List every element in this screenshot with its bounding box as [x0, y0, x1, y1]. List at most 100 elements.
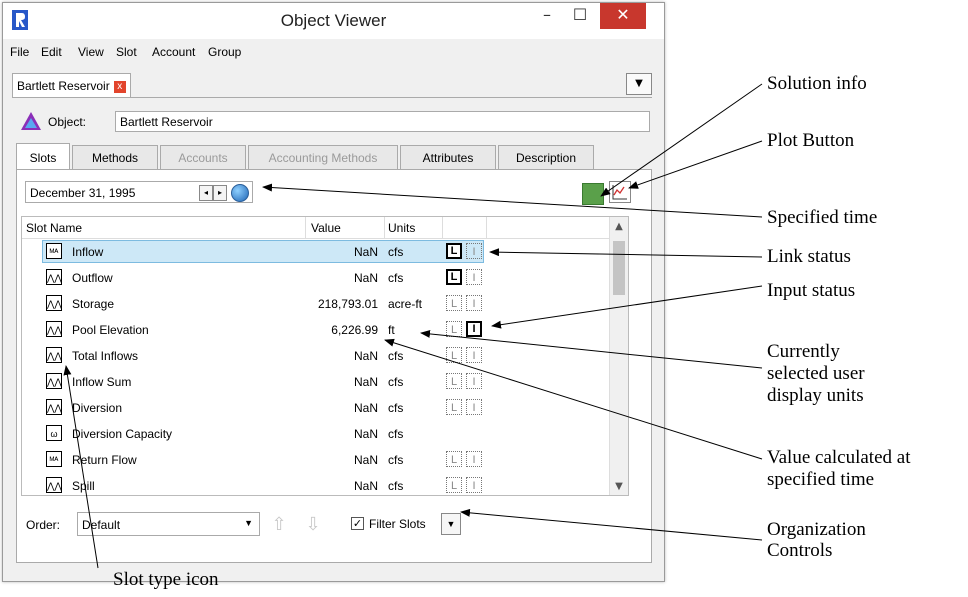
- scroll-thumb[interactable]: [613, 241, 625, 295]
- header-slot-name[interactable]: Slot Name: [26, 221, 82, 235]
- callout-plot-button: Plot Button: [767, 130, 855, 151]
- globe-icon[interactable]: [231, 184, 249, 202]
- tab-accounting-methods[interactable]: Accounting Methods: [248, 145, 398, 169]
- link-status-icon[interactable]: L: [446, 347, 462, 363]
- tab-attributes[interactable]: Attributes: [400, 145, 496, 169]
- table-row[interactable]: ⋀⋀ Diversion NaN cfs L I: [22, 395, 608, 421]
- doc-tab-label: Bartlett Reservoir: [17, 79, 110, 93]
- input-status-icon[interactable]: I: [466, 477, 482, 493]
- row-selection-highlight: [42, 240, 484, 263]
- input-status-icon[interactable]: I: [466, 269, 482, 285]
- tab-accounts[interactable]: Accounts: [160, 145, 246, 169]
- object-viewer-window: Object Viewer – ☐ ✕ File Edit View Slot …: [2, 2, 665, 582]
- callout-org-controls-line1: Organization: [767, 519, 866, 540]
- slot-value-cell: NaN: [353, 271, 378, 285]
- menu-file[interactable]: File: [10, 45, 29, 59]
- timeseries-icon[interactable]: ⋀⋀: [46, 321, 62, 337]
- agg-series-icon[interactable]: ⋀⋀: [46, 373, 62, 389]
- timeseries-icon[interactable]: ⋀⋀: [46, 399, 62, 415]
- order-select[interactable]: Default ▼: [77, 512, 260, 536]
- column-divider: [305, 217, 306, 238]
- menu-account[interactable]: Account: [152, 45, 195, 59]
- organization-controls: Order: Default ▼ ⇧ ⇩ ✓ Filter Slots ▼: [17, 510, 653, 540]
- table-row[interactable]: ᴹᴬ Inflow NaN cfs L I: [22, 239, 608, 265]
- slot-value-cell: NaN: [353, 427, 378, 441]
- link-status-icon[interactable]: L: [446, 373, 462, 389]
- menu-edit[interactable]: Edit: [41, 45, 62, 59]
- slot-name-cell: Inflow: [72, 245, 104, 259]
- input-status-icon[interactable]: I: [466, 347, 482, 363]
- timeseries-icon[interactable]: ⋀⋀: [46, 269, 62, 285]
- header-value[interactable]: Value: [311, 221, 341, 235]
- callout-solution-info: Solution info: [767, 73, 867, 94]
- timeseries-icon[interactable]: ⋀⋀: [46, 295, 62, 311]
- order-label: Order:: [26, 518, 61, 532]
- input-status-icon[interactable]: I: [466, 451, 482, 467]
- table-row[interactable]: ⋀⋀ Outflow NaN cfs L I: [22, 265, 608, 291]
- previous-time-button[interactable]: ◂: [199, 185, 213, 201]
- input-status-icon[interactable]: I: [466, 243, 482, 259]
- timeseries-multi-icon[interactable]: ᴹᴬ: [46, 451, 62, 467]
- close-button[interactable]: ✕: [600, 3, 646, 29]
- timeseries-icon[interactable]: ⋀⋀: [46, 477, 62, 493]
- link-status-icon[interactable]: L: [446, 321, 462, 337]
- input-status-icon[interactable]: I: [466, 399, 482, 415]
- table-row[interactable]: ⋀⋀ Inflow Sum NaN cfs L I: [22, 369, 608, 395]
- menu-view[interactable]: View: [78, 45, 104, 59]
- tab-description[interactable]: Description: [498, 145, 594, 169]
- input-status-icon[interactable]: I: [466, 321, 482, 337]
- move-down-arrow-icon[interactable]: ⇩: [303, 513, 323, 535]
- callout-display-units-line1: Currently: [767, 341, 840, 362]
- vertical-scrollbar[interactable]: ▲ ▼: [609, 217, 628, 495]
- slot-units-cell: cfs: [388, 375, 404, 389]
- filter-slots-checkbox[interactable]: ✓: [351, 517, 364, 530]
- table-row[interactable]: ⋀⋀ Spill NaN cfs L I: [22, 473, 608, 495]
- column-divider: [442, 217, 443, 238]
- table-row[interactable]: ⋀⋀ Storage 218,793.01 acre-ft L I: [22, 291, 608, 317]
- tab-methods[interactable]: Methods: [72, 145, 158, 169]
- header-units[interactable]: Units: [388, 221, 415, 235]
- move-up-arrow-icon[interactable]: ⇧: [269, 513, 289, 535]
- link-status-icon[interactable]: L: [446, 451, 462, 467]
- slot-value-cell: NaN: [353, 349, 378, 363]
- time-selector: December 31, 1995 ◂ ▸: [25, 181, 253, 203]
- next-time-button[interactable]: ▸: [213, 185, 227, 201]
- tab-list-dropdown-button[interactable]: ▼: [626, 73, 652, 95]
- slot-name-cell: Inflow Sum: [72, 375, 132, 389]
- link-status-icon[interactable]: L: [446, 269, 462, 285]
- link-status-icon[interactable]: L: [446, 243, 462, 259]
- expression-icon[interactable]: ω: [46, 425, 62, 441]
- solution-info-button[interactable]: [582, 183, 604, 205]
- chevron-down-icon: ▼: [244, 518, 253, 528]
- scroll-down-icon[interactable]: ▼: [610, 481, 628, 492]
- slot-units-cell: cfs: [388, 271, 404, 285]
- table-row[interactable]: ω Diversion Capacity NaN cfs: [22, 421, 608, 447]
- maximize-button[interactable]: ☐: [566, 3, 594, 29]
- scroll-up-icon[interactable]: ▲: [610, 221, 628, 232]
- plot-button[interactable]: [609, 181, 631, 203]
- specified-time-field[interactable]: December 31, 1995: [30, 186, 135, 200]
- link-status-icon[interactable]: L: [446, 399, 462, 415]
- menu-group[interactable]: Group: [208, 45, 241, 59]
- table-row[interactable]: ⋀⋀ Total Inflows NaN cfs L I: [22, 343, 608, 369]
- link-status-icon[interactable]: L: [446, 295, 462, 311]
- menu-slot[interactable]: Slot: [116, 45, 137, 59]
- doc-tab-bartlett-reservoir[interactable]: Bartlett Reservoir x: [12, 73, 131, 98]
- close-tab-icon[interactable]: x: [113, 80, 126, 93]
- slot-name-cell: Total Inflows: [72, 349, 139, 363]
- slot-name-cell: Spill: [72, 479, 95, 493]
- filter-dropdown-button[interactable]: ▼: [441, 513, 461, 535]
- tab-slots[interactable]: Slots: [16, 143, 70, 169]
- table-row[interactable]: ⋀⋀ Pool Elevation 6,226.99 ft L I: [22, 317, 608, 343]
- timeseries-multi-icon[interactable]: ᴹᴬ: [46, 243, 62, 259]
- title-bar[interactable]: Object Viewer – ☐ ✕: [3, 3, 664, 39]
- slot-name-cell: Diversion Capacity: [72, 427, 173, 441]
- table-row[interactable]: ᴹᴬ Return Flow NaN cfs L I: [22, 447, 608, 473]
- timeseries-icon[interactable]: ⋀⋀: [46, 347, 62, 363]
- minimize-button[interactable]: –: [533, 3, 561, 29]
- link-status-icon[interactable]: L: [446, 477, 462, 493]
- input-status-icon[interactable]: I: [466, 295, 482, 311]
- input-status-icon[interactable]: I: [466, 373, 482, 389]
- object-name-field[interactable]: Bartlett Reservoir: [115, 111, 650, 132]
- slots-panel: December 31, 1995 ◂ ▸ Slot Name Value Un…: [16, 169, 652, 563]
